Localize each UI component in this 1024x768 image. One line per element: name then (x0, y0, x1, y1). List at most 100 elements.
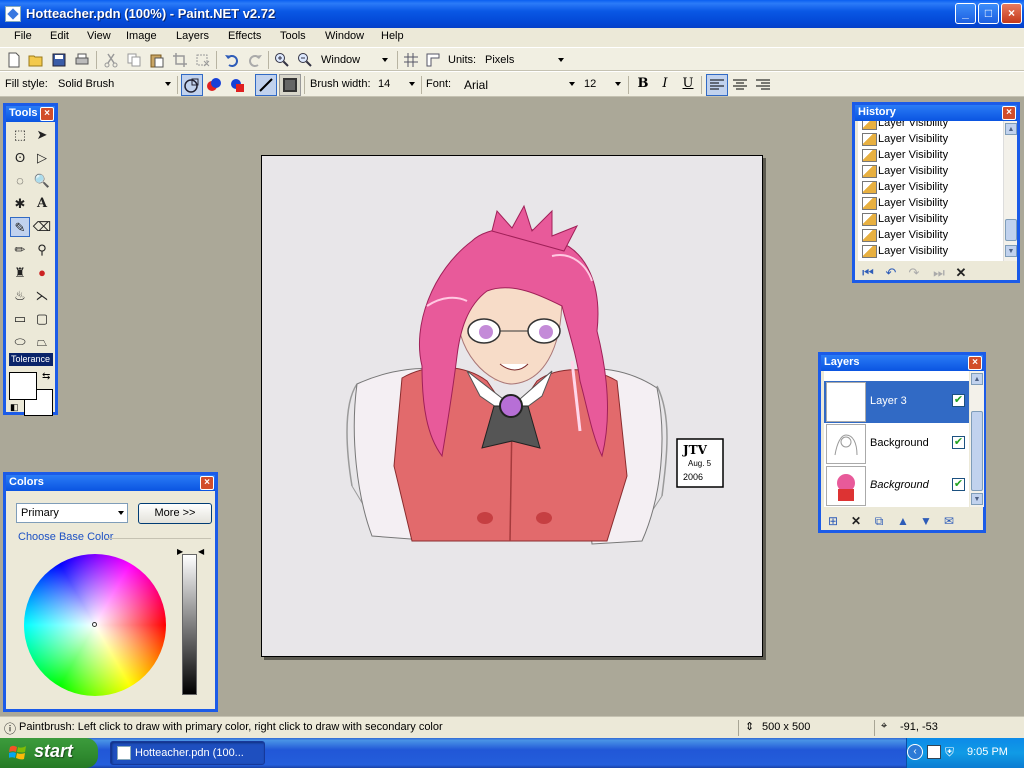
history-undo-icon[interactable]: ↶ (883, 265, 899, 281)
layer-visibility-checkbox[interactable]: ✔ (952, 478, 965, 491)
history-item[interactable]: Layer Visibility (860, 147, 948, 163)
redo-icon[interactable] (247, 52, 263, 68)
history-panel-titlebar[interactable]: History × (855, 105, 1017, 121)
move-layer-up-icon[interactable]: ▲ (895, 513, 911, 529)
rounded-rectangle-icon[interactable]: ▢ (32, 309, 52, 329)
layers-list[interactable]: Layer 3 ✔ Background ✔ Background ✔ (824, 371, 969, 507)
menu-file[interactable]: File (14, 30, 32, 42)
history-item[interactable]: Layer Visibility (860, 121, 948, 131)
menu-edit[interactable]: Edit (50, 30, 69, 42)
menu-window[interactable]: Window (325, 30, 364, 42)
duplicate-layer-icon[interactable]: ⧉ (871, 513, 887, 529)
eraser-icon[interactable]: ⌫ (32, 217, 52, 237)
history-item[interactable]: Layer Visibility (860, 163, 948, 179)
tolerance-label[interactable]: Tolerance (9, 353, 53, 366)
close-button[interactable]: × (1001, 3, 1022, 24)
taskbar-item-paintnet[interactable]: Hotteacher.pdn (100... (110, 741, 265, 765)
start-button[interactable]: start (0, 738, 98, 768)
layer-row[interactable]: Layer 3 ✔ (824, 381, 969, 423)
layer-properties-icon[interactable]: ✉ (941, 513, 957, 529)
menu-image[interactable]: Image (126, 30, 157, 42)
tools-panel-close-icon[interactable]: × (40, 107, 54, 121)
history-scrollbar[interactable]: ▲ ▼ (1003, 121, 1017, 261)
show-hidden-icons-icon[interactable]: ‹ (907, 744, 923, 760)
blend-mode-normal-icon[interactable] (206, 77, 222, 93)
text-tool-icon[interactable]: A (32, 194, 52, 214)
zoom-in-icon[interactable] (274, 52, 290, 68)
paintbrush-icon[interactable]: ✎ (10, 217, 30, 237)
paste-icon[interactable] (149, 52, 165, 68)
tools-panel-titlebar[interactable]: Tools × (6, 106, 55, 122)
security-shield-icon[interactable]: ⛨ (945, 745, 959, 759)
layer-visibility-checkbox[interactable]: ✔ (952, 436, 965, 449)
move-selection-icon[interactable]: ➤ (32, 125, 52, 145)
bold-button[interactable]: B (633, 74, 653, 94)
scroll-thumb[interactable] (1005, 219, 1017, 241)
scroll-up-icon[interactable]: ▲ (1005, 123, 1017, 135)
blend-mode-overwrite-icon[interactable] (229, 77, 245, 93)
history-item[interactable]: Layer Visibility (860, 195, 948, 211)
history-redo-icon[interactable]: ↷ (906, 265, 922, 281)
crop-icon[interactable] (172, 52, 188, 68)
color-picker-icon[interactable]: ⚲ (32, 240, 52, 260)
grid-icon[interactable] (403, 52, 419, 68)
primary-color-swatch[interactable] (9, 372, 37, 400)
menu-layers[interactable]: Layers (176, 30, 209, 42)
value-slider[interactable] (182, 554, 197, 695)
layers-panel-titlebar[interactable]: Layers × (821, 355, 983, 371)
clear-history-icon[interactable]: ✕ (953, 265, 969, 281)
deselect-icon[interactable] (195, 52, 211, 68)
history-item[interactable]: Layer Visibility (860, 243, 948, 259)
add-layer-icon[interactable]: ⊞ (825, 513, 841, 529)
clock[interactable]: 9:05 PM (967, 746, 1008, 758)
color-wheel-cursor[interactable] (92, 622, 97, 627)
cut-icon[interactable] (103, 52, 119, 68)
rewind-icon[interactable]: ⏮ (860, 265, 876, 281)
fast-forward-icon[interactable]: ⏭ (931, 265, 947, 281)
ruler-icon[interactable] (425, 52, 441, 68)
image-canvas[interactable]: JTV Aug. 5 2006 (261, 155, 763, 657)
align-left-button[interactable] (706, 74, 728, 96)
brush-width-combo[interactable]: 14 (373, 74, 419, 94)
ellipse-shape-icon[interactable]: ⬭ (10, 332, 30, 352)
paint-bucket-icon[interactable]: ♨ (10, 286, 30, 306)
title-bar[interactable]: Hotteacher.pdn (100%) - Paint.NET v2.72 … (0, 0, 1024, 28)
fill-style-combo[interactable]: Solid Brush (53, 74, 175, 94)
history-item[interactable]: Layer Visibility (860, 179, 948, 195)
scroll-down-icon[interactable]: ▼ (971, 493, 983, 505)
colors-panel-close-icon[interactable]: × (200, 476, 214, 490)
menu-view[interactable]: View (87, 30, 111, 42)
history-item[interactable]: Layer Visibility (860, 131, 948, 147)
underline-button[interactable]: U (678, 74, 698, 94)
undo-icon[interactable] (224, 52, 240, 68)
colors-panel-titlebar[interactable]: Colors × (6, 475, 215, 491)
open-folder-icon[interactable] (28, 52, 44, 68)
rectangle-shape-icon[interactable]: ▭ (10, 309, 30, 329)
layer-row[interactable]: Background ✔ (824, 465, 969, 507)
antialias-toggle[interactable] (181, 74, 203, 96)
zoom-combo[interactable]: Window (316, 50, 392, 70)
scroll-thumb[interactable] (971, 411, 983, 491)
align-right-icon[interactable] (755, 77, 771, 93)
italic-button[interactable]: I (655, 74, 675, 94)
ellipse-select-icon[interactable]: ◌ (10, 171, 30, 191)
zoom-out-icon[interactable] (297, 52, 313, 68)
paintnet-app-icon[interactable] (5, 6, 21, 22)
rectangle-select-icon[interactable]: ⬚ (10, 125, 30, 145)
antialiasing-off-toggle[interactable] (279, 74, 301, 96)
recolor-icon[interactable]: ● (32, 263, 52, 283)
freeform-shape-icon[interactable]: ⏢ (32, 332, 52, 352)
align-center-icon[interactable] (732, 77, 748, 93)
layers-panel-close-icon[interactable]: × (968, 356, 982, 370)
print-icon[interactable] (74, 52, 90, 68)
menu-effects[interactable]: Effects (228, 30, 261, 42)
delete-layer-icon[interactable]: ✕ (848, 513, 864, 529)
menu-tools[interactable]: Tools (280, 30, 306, 42)
scroll-down-icon[interactable]: ▼ (1005, 245, 1017, 257)
history-list[interactable]: Layer Visibility Layer Visibility Layer … (858, 121, 1004, 261)
maximize-button[interactable]: □ (978, 3, 999, 24)
layer-row[interactable]: Background ✔ (824, 423, 969, 465)
new-file-icon[interactable] (6, 52, 22, 68)
color-mode-select[interactable]: Primary (16, 503, 128, 523)
history-panel-close-icon[interactable]: × (1002, 106, 1016, 120)
